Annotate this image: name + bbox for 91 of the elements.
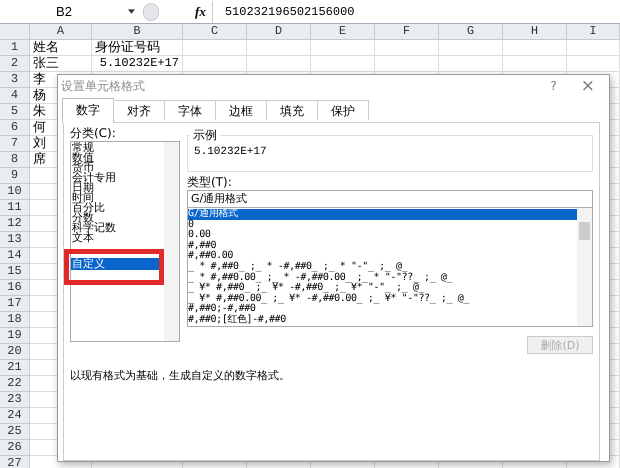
- row-header[interactable]: 10: [0, 184, 30, 200]
- column-header[interactable]: G: [439, 24, 503, 40]
- category-item[interactable]: 日期: [71, 183, 164, 193]
- scrollbar[interactable]: [577, 208, 592, 326]
- column-header[interactable]: B: [92, 24, 183, 40]
- table-cell: 张三: [30, 56, 92, 72]
- type-item[interactable]: _ ¥* #,##0_ ;_ ¥* -#,##0_ ;_ ¥* "-"_ ;_ @_: [188, 283, 424, 294]
- category-item[interactable]: 百分比: [71, 203, 164, 213]
- select-all-corner[interactable]: [0, 24, 30, 40]
- table-cell: 姓名: [30, 40, 92, 56]
- row-header[interactable]: 20: [0, 344, 30, 360]
- column-header[interactable]: C: [183, 24, 247, 40]
- row-header[interactable]: 24: [0, 408, 30, 424]
- tab[interactable]: 保护: [317, 100, 369, 120]
- name-box[interactable]: B2: [0, 0, 128, 22]
- row-header[interactable]: 15: [0, 264, 30, 280]
- table-cell: 身份证号码: [92, 40, 183, 56]
- row-header[interactable]: 14: [0, 248, 30, 264]
- type-item[interactable]: #,##0: [188, 240, 216, 252]
- help-button[interactable]: ?: [550, 79, 557, 93]
- table-cell: [375, 40, 439, 56]
- category-item[interactable]: 文本: [71, 233, 164, 243]
- row-header[interactable]: 1: [0, 40, 30, 56]
- row-header[interactable]: 18: [0, 312, 30, 328]
- sample-label: 示例: [190, 127, 220, 144]
- type-item[interactable]: _ * #,##0_ ;_ * -#,##0_ ;_ * "-"_ ;_ @_: [188, 262, 408, 273]
- column-header[interactable]: F: [375, 24, 439, 40]
- row-header[interactable]: 12: [0, 216, 30, 232]
- table-cell: [439, 40, 503, 56]
- formula-field[interactable]: 510232196502156000: [212, 0, 620, 22]
- column-header[interactable]: E: [311, 24, 375, 40]
- row-header[interactable]: 2: [0, 56, 30, 72]
- table-cell: [311, 56, 375, 72]
- close-button[interactable]: ×: [580, 76, 595, 96]
- tab[interactable]: 对齐: [113, 100, 165, 120]
- type-item[interactable]: 0.00: [188, 230, 210, 241]
- row-header[interactable]: 19: [0, 328, 30, 344]
- row-header[interactable]: 27: [0, 456, 30, 468]
- table-cell: [567, 40, 620, 56]
- table-cell: [439, 56, 503, 72]
- caret-icon[interactable]: [128, 9, 135, 14]
- table-cell: [567, 56, 620, 72]
- column-header[interactable]: D: [247, 24, 311, 40]
- type-item[interactable]: _ * #,##0.00_ ;_ * -#,##0.00_ ;_ * "-"??_ ;_ @_: [188, 272, 452, 284]
- description-text: 以现有格式为基础，生成自定义的数字格式。: [70, 368, 291, 383]
- scrollbar[interactable]: [164, 142, 179, 341]
- row-header[interactable]: 26: [0, 440, 30, 456]
- tab[interactable]: 填充: [266, 100, 318, 120]
- table-cell: [503, 40, 567, 56]
- type-item[interactable]: _ ¥* #,##0.00_ ;_ ¥* -#,##0.00_ ;_ ¥* "-"??_ ;_ @_: [188, 294, 470, 304]
- insert-function-button[interactable]: fx: [189, 0, 213, 22]
- tab[interactable]: 字体: [164, 100, 216, 120]
- row-header[interactable]: 17: [0, 296, 30, 312]
- type-input-field[interactable]: G/通用格式: [187, 190, 593, 208]
- splitter-handle[interactable]: [143, 2, 159, 20]
- row-header[interactable]: 13: [0, 232, 30, 248]
- type-item[interactable]: #,##0;-#,##0: [188, 304, 256, 315]
- table-cell: [247, 40, 311, 56]
- row-header[interactable]: 22: [0, 376, 30, 392]
- table-cell: [503, 56, 567, 72]
- row-header[interactable]: 6: [0, 120, 30, 136]
- column-header[interactable]: A: [30, 24, 92, 40]
- category-item[interactable]: 科学记数: [71, 223, 164, 233]
- type-label: 类型(T):: [187, 174, 233, 188]
- category-item[interactable]: 时间: [71, 193, 164, 203]
- row-header[interactable]: 21: [0, 360, 30, 376]
- row-header[interactable]: 8: [0, 152, 30, 168]
- sample-value: 5.10232E+17: [194, 146, 268, 158]
- row-header[interactable]: 9: [0, 168, 30, 184]
- table-cell: [375, 56, 439, 72]
- row-header[interactable]: 4: [0, 88, 30, 104]
- column-header[interactable]: H: [503, 24, 567, 40]
- category-item[interactable]: 分数: [71, 213, 164, 223]
- category-item[interactable]: 会计专用: [71, 173, 164, 183]
- tab[interactable]: 数字: [62, 98, 114, 123]
- table-cell: [183, 40, 247, 56]
- row-header[interactable]: 7: [0, 136, 30, 152]
- row-header[interactable]: 3: [0, 72, 30, 88]
- row-header[interactable]: 16: [0, 280, 30, 296]
- type-item[interactable]: #,##0;[红色]-#,##0: [188, 314, 286, 326]
- table-cell: [183, 56, 247, 72]
- table-cell: [247, 56, 311, 72]
- row-header[interactable]: 25: [0, 424, 30, 440]
- type-item[interactable]: #,##0.00: [188, 251, 233, 262]
- table-cell: 5.10232E+17: [92, 56, 183, 72]
- column-header[interactable]: I: [567, 24, 620, 40]
- row-header[interactable]: 11: [0, 200, 30, 216]
- row-header[interactable]: 23: [0, 392, 30, 408]
- type-item[interactable]: 0: [188, 220, 194, 230]
- table-cell: [311, 40, 375, 56]
- row-header[interactable]: 5: [0, 104, 30, 120]
